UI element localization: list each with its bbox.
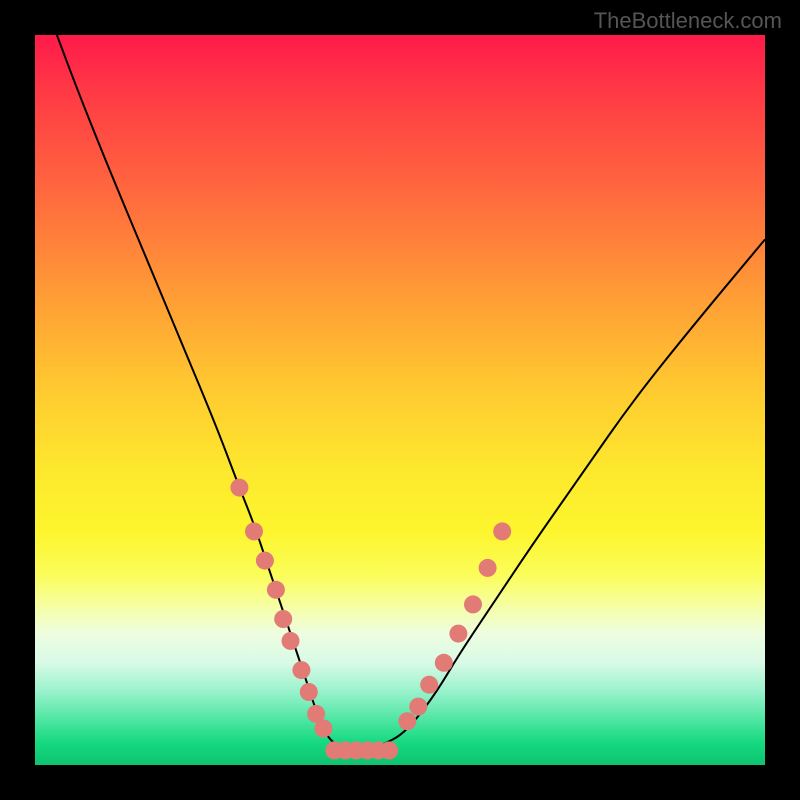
data-point [292,661,310,679]
bottleneck-curve [57,35,765,750]
data-point [409,698,427,716]
data-point [267,581,285,599]
data-point [398,712,416,730]
data-point [256,552,274,570]
plot-area [35,35,765,765]
data-point [479,559,497,577]
data-point [274,610,292,628]
data-points [230,479,511,760]
data-point [282,632,300,650]
data-point [380,741,398,759]
data-point [245,522,263,540]
data-point [493,522,511,540]
data-point [230,479,248,497]
data-point [464,595,482,613]
watermark-text: TheBottleneck.com [594,8,782,34]
data-point [449,625,467,643]
data-point [420,676,438,694]
data-point [314,720,332,738]
data-point [300,683,318,701]
data-point [435,654,453,672]
chart-svg [35,35,765,765]
